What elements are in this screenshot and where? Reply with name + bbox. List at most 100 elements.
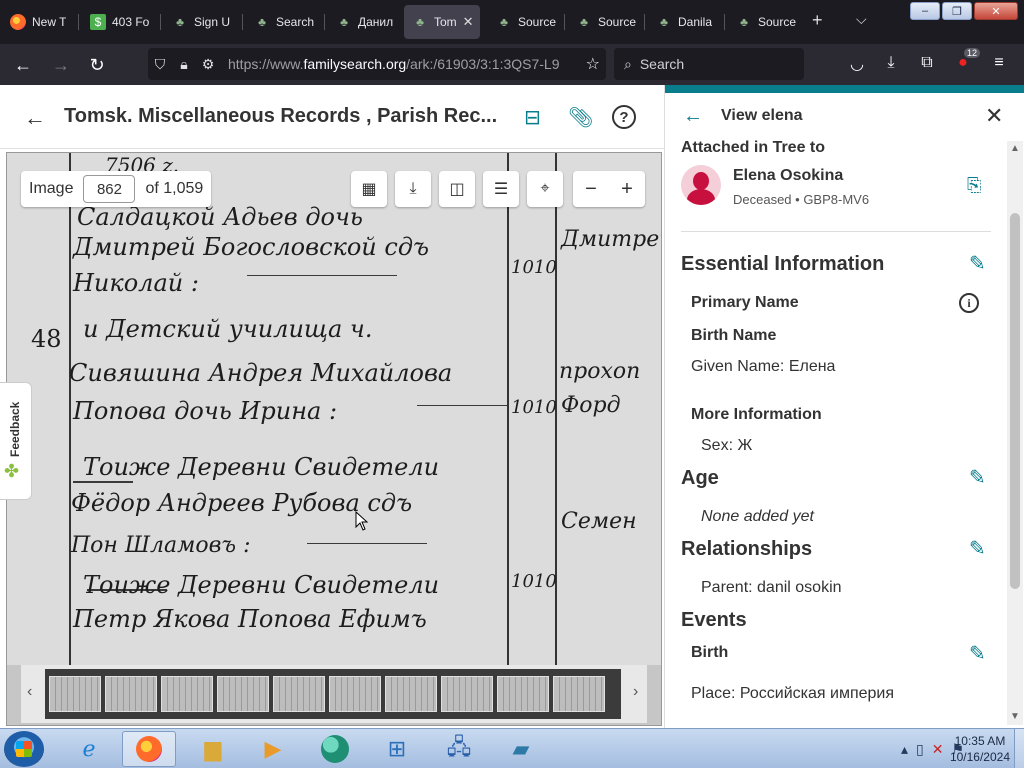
- network-icon[interactable]: 🖧︎: [432, 731, 486, 767]
- tab-danil[interactable]: ♣ Данил: [328, 5, 400, 39]
- list-all-tabs-button[interactable]: ⌵: [856, 11, 867, 28]
- tab-new-tab[interactable]: New T: [2, 5, 72, 39]
- shield-icon[interactable]: ⛉: [148, 56, 172, 73]
- tab-source-2[interactable]: ♣ Source: [568, 5, 640, 39]
- minimize-button[interactable]: –: [910, 2, 940, 20]
- internet-explorer-icon[interactable]: ℯ: [62, 731, 116, 767]
- show-desktop-button[interactable]: [1014, 729, 1024, 768]
- tab-sign-up[interactable]: ♣ Sign U: [164, 5, 236, 39]
- script-line: Тоиже Деревни Свидетели: [83, 453, 440, 481]
- record-image[interactable]: 7506 z. Салдацкой Адьев дочь Дмитрей Бог…: [7, 153, 661, 665]
- thumbnail[interactable]: [273, 676, 325, 712]
- person-meta: Deceased • GBP8-MV6: [733, 192, 870, 207]
- open-record-icon[interactable]: ⎘: [967, 175, 981, 196]
- app-icon[interactable]: [308, 731, 362, 767]
- edit-birth-pencil-icon[interactable]: ✎: [969, 641, 986, 666]
- adjust-icon[interactable]: ☰: [483, 171, 519, 207]
- control-panel-icon[interactable]: ⊞: [370, 731, 424, 767]
- attach-icon[interactable]: 📎︎: [568, 105, 593, 130]
- thumbnail[interactable]: [217, 676, 269, 712]
- tree-icon: ♣: [740, 15, 748, 29]
- restore-button[interactable]: ❐: [942, 2, 972, 20]
- thumbnail[interactable]: [329, 676, 381, 712]
- zoom-out-button[interactable]: −: [585, 178, 597, 201]
- image-label: Image: [29, 180, 74, 197]
- image-number-input[interactable]: [83, 175, 136, 203]
- image-viewer[interactable]: 7506 z. Салдацкой Адьев дочь Дмитрей Бог…: [6, 152, 662, 726]
- tab-403[interactable]: $ 403 Fo: [82, 5, 154, 39]
- mouse-cursor-icon: [355, 511, 369, 531]
- lock-icon[interactable]: 🔒︎: [172, 56, 196, 73]
- feedback-tab[interactable]: Feedback ✤: [0, 382, 32, 500]
- tab-source-1[interactable]: ♣ Source: [488, 5, 560, 39]
- new-tab-button[interactable]: +: [812, 10, 823, 31]
- compare-icon[interactable]: ◫: [439, 171, 475, 207]
- tray-app-icon[interactable]: ▯: [916, 741, 924, 758]
- pocket-icon[interactable]: ◡: [846, 54, 868, 74]
- edit-age-pencil-icon[interactable]: ✎: [969, 465, 986, 490]
- panel-scrollbar[interactable]: ▲ ▼: [1007, 141, 1023, 725]
- thumbnail[interactable]: [441, 676, 493, 712]
- essential-info-title: Essential Information: [681, 253, 885, 275]
- scrollbar-thumb[interactable]: [1010, 213, 1020, 589]
- grid-view-icon[interactable]: ▦: [351, 171, 387, 207]
- person-card[interactable]: Elena Osokina Deceased • GBP8-MV6 ⎘: [681, 165, 991, 221]
- tab-title: Tom: [434, 15, 457, 29]
- thumbnail[interactable]: [553, 676, 605, 712]
- person-name[interactable]: Elena Osokina: [733, 167, 843, 185]
- extension-badge-icon[interactable]: ● 12: [952, 48, 980, 72]
- download-icon[interactable]: ⤓: [395, 171, 431, 207]
- reload-button[interactable]: ↻: [84, 52, 110, 78]
- panel-close-icon[interactable]: ✕: [985, 103, 1003, 129]
- tab-title: Source: [758, 15, 797, 29]
- thumbnail[interactable]: [385, 676, 437, 712]
- thumbnail[interactable]: [105, 676, 157, 712]
- tab-danila[interactable]: ♣ Danila: [648, 5, 720, 39]
- close-window-button[interactable]: ✕: [974, 2, 1018, 20]
- thumbnail[interactable]: [497, 676, 549, 712]
- folder-icon[interactable]: ▆: [186, 731, 240, 767]
- thumbnail[interactable]: [49, 676, 101, 712]
- search-bar[interactable]: ⌕ Search: [614, 48, 804, 80]
- info-icon[interactable]: i: [959, 293, 979, 313]
- firefox-taskbar-icon[interactable]: [122, 731, 176, 767]
- archive-icon[interactable]: ⊟: [524, 105, 541, 130]
- filmstrip-next-icon[interactable]: ›: [633, 683, 638, 701]
- tab-search[interactable]: ♣ Search: [246, 5, 320, 39]
- url-bar[interactable]: ⛉ 🔒︎ ⚙ https://www.familysearch.org/ark:…: [148, 48, 606, 80]
- script-line: Дмитрей: [561, 227, 661, 252]
- tray-expand-icon[interactable]: ▴: [901, 741, 908, 758]
- thumbnail[interactable]: [161, 676, 213, 712]
- scroll-down-icon[interactable]: ▼: [1010, 711, 1020, 722]
- filmstrip-prev-icon[interactable]: ‹: [27, 683, 32, 701]
- tab-source-3[interactable]: ♣ Source: [728, 5, 800, 39]
- script-number: 1010: [511, 257, 557, 278]
- bookmark-star-icon[interactable]: ☆: [586, 54, 600, 74]
- taskbar-clock[interactable]: 10:35 AM 10/16/2024: [950, 733, 1010, 765]
- scroll-up-icon[interactable]: ▲: [1010, 143, 1020, 154]
- tablet-icon[interactable]: ▰: [494, 731, 548, 767]
- birth-event-label: Birth: [691, 644, 729, 661]
- help-icon[interactable]: ?: [612, 105, 636, 129]
- tab-tomsk-active[interactable]: ♣ Tom ✕: [404, 5, 480, 39]
- tray-network-icon[interactable]: ✕: [932, 741, 944, 758]
- forward-button[interactable]: →: [48, 52, 74, 78]
- edit-essential-pencil-icon[interactable]: ✎: [969, 251, 986, 276]
- feedback-label: Feedback: [8, 401, 22, 457]
- window-controls: – ❐ ✕: [910, 2, 1018, 20]
- page-back-icon[interactable]: ←: [24, 105, 46, 131]
- downloads-icon[interactable]: ⤓: [880, 54, 902, 72]
- panel-back-icon[interactable]: ←: [683, 105, 703, 128]
- media-player-icon[interactable]: ▶: [246, 731, 300, 767]
- permissions-icon[interactable]: ⚙: [196, 56, 220, 73]
- back-button[interactable]: ←: [10, 52, 36, 78]
- start-button[interactable]: [4, 731, 44, 767]
- tree-icon: ♣: [500, 15, 508, 29]
- tab-close-icon[interactable]: ✕: [463, 14, 474, 30]
- url-text[interactable]: https://www.familysearch.org/ark:/61903/…: [228, 56, 560, 72]
- edit-relationships-pencil-icon[interactable]: ✎: [969, 536, 986, 561]
- zoom-in-button[interactable]: +: [621, 178, 633, 201]
- extensions-icon[interactable]: ⧉: [916, 54, 938, 72]
- menu-icon[interactable]: ≡: [988, 54, 1010, 72]
- locate-icon[interactable]: ⌖: [527, 171, 563, 207]
